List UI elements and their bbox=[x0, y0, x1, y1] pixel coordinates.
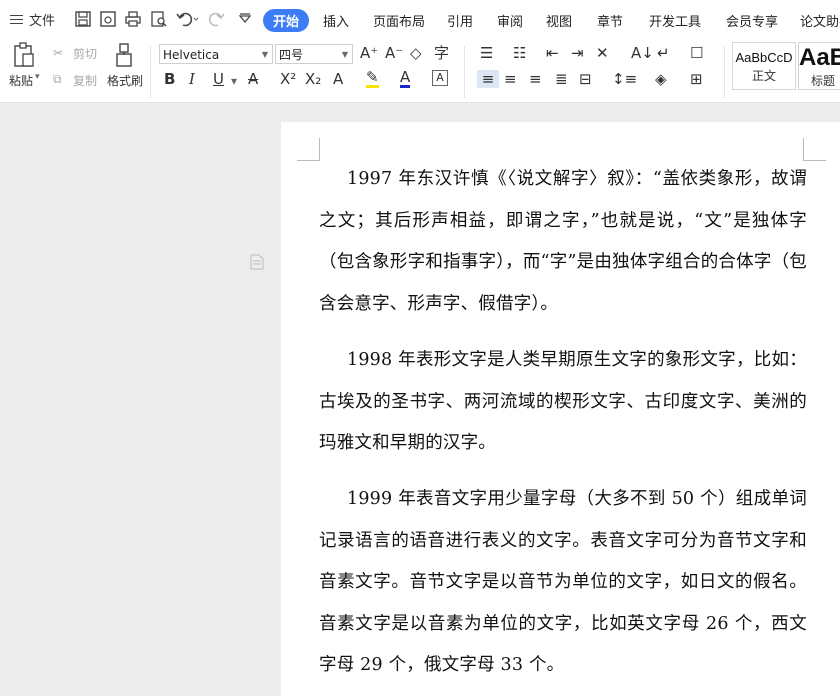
cut-icon[interactable]: ✂ bbox=[53, 44, 63, 62]
tab-insert[interactable]: 插入 bbox=[323, 11, 349, 30]
text-effect-icon[interactable]: A bbox=[333, 70, 343, 88]
subscript-icon[interactable]: X₂ bbox=[305, 70, 321, 88]
underline-dropdown-icon[interactable]: ▾ bbox=[231, 72, 237, 90]
style-normal[interactable]: AaBbCcD 正文 bbox=[732, 42, 796, 90]
increase-font-icon[interactable]: A⁺ bbox=[360, 44, 378, 62]
justify-icon[interactable]: ≣ bbox=[555, 70, 568, 88]
paste-button[interactable]: 粘贴 bbox=[9, 72, 33, 89]
redo-icon[interactable] bbox=[208, 10, 232, 28]
file-menu-label: 文件 bbox=[29, 14, 56, 29]
copy-icon[interactable]: ⧉ bbox=[53, 70, 62, 88]
print-preview-icon[interactable] bbox=[150, 10, 168, 28]
numbered-list-icon[interactable]: ☷ bbox=[513, 44, 526, 62]
align-center-icon[interactable]: ≡ bbox=[504, 70, 517, 88]
group-divider bbox=[464, 46, 465, 98]
decrease-font-icon[interactable]: A⁻ bbox=[385, 44, 403, 62]
tab-member[interactable]: 会员专享 bbox=[726, 11, 778, 30]
underline-button[interactable]: U bbox=[213, 70, 224, 88]
undo-icon[interactable] bbox=[175, 10, 199, 28]
more-icon[interactable] bbox=[236, 10, 254, 28]
margin-corner-mark bbox=[803, 138, 826, 161]
margin-corner-mark bbox=[297, 138, 320, 161]
italic-button[interactable]: I bbox=[189, 70, 195, 88]
document-outline-icon[interactable] bbox=[250, 254, 264, 270]
shading-icon[interactable]: ◈ bbox=[655, 70, 667, 88]
tab-chapter[interactable]: 章节 bbox=[597, 11, 623, 30]
tab-home[interactable]: 开始 bbox=[263, 9, 310, 32]
align-right-icon[interactable]: ≡ bbox=[529, 70, 542, 88]
borders-icon[interactable]: ⊞ bbox=[690, 70, 703, 88]
chevron-down-icon: ▼ bbox=[261, 50, 268, 59]
phonetic-guide-icon[interactable]: 字 bbox=[434, 44, 449, 62]
bullet-list-icon[interactable]: ☰ bbox=[480, 44, 493, 62]
tab-view[interactable]: 视图 bbox=[546, 11, 572, 30]
group-divider bbox=[150, 46, 151, 98]
distributed-align-icon[interactable]: ⊟ bbox=[579, 70, 592, 88]
font-size-select[interactable]: 四号 ▼ bbox=[275, 44, 353, 64]
strikethrough-icon[interactable]: A bbox=[248, 70, 258, 88]
save-as-icon[interactable] bbox=[99, 10, 117, 28]
paragraph-2[interactable]: 1998 年表形文字是人类早期原生文字的象形文字，比如：古埃及的圣书字、两河流域… bbox=[319, 340, 807, 465]
paste-icon[interactable] bbox=[12, 42, 36, 71]
ribbon-toolbar: 粘贴 ▾ ✂ 剪切 ⧉ 复制 格式刷 Helvetica ▼ 四号 ▼ A⁺ A… bbox=[0, 40, 840, 103]
copy-button[interactable]: 复制 bbox=[73, 72, 97, 89]
style-normal-label: 正文 bbox=[751, 69, 776, 83]
tab-review[interactable]: 审阅 bbox=[497, 11, 523, 30]
tab-references[interactable]: 引用 bbox=[447, 11, 473, 30]
style-normal-preview: AaBbCcD bbox=[735, 50, 793, 65]
chinese-layout-icon[interactable]: ✕ bbox=[596, 44, 609, 62]
clear-format-icon[interactable]: ◇ bbox=[410, 44, 422, 62]
font-name-select[interactable]: Helvetica ▼ bbox=[159, 44, 273, 64]
decrease-indent-icon[interactable]: ⇤ bbox=[546, 44, 559, 62]
tab-paper-assistant[interactable]: 论文助手 bbox=[800, 11, 840, 30]
char-border-icon[interactable]: A bbox=[432, 70, 448, 86]
line-spacing-icon[interactable]: ↕≡ bbox=[612, 70, 637, 88]
hamburger-icon bbox=[10, 12, 23, 27]
distributed-icon[interactable]: ☐ bbox=[690, 44, 703, 62]
paragraph-3[interactable]: 1999 年表音文字用少量字母（大多不到 50 个）组成单词记录语言的语音进行表… bbox=[319, 479, 807, 687]
style-heading[interactable]: AaB 标题 bbox=[798, 42, 840, 90]
show-marks-icon[interactable]: ↵ bbox=[657, 44, 670, 62]
style-heading-label: 标题 bbox=[811, 74, 836, 88]
font-color-icon[interactable]: A bbox=[400, 70, 411, 88]
format-painter-icon[interactable] bbox=[113, 42, 135, 72]
font-name-value: Helvetica bbox=[163, 48, 220, 62]
superscript-icon[interactable]: X² bbox=[280, 70, 296, 88]
align-left-icon[interactable]: ≡ bbox=[477, 70, 499, 88]
print-icon[interactable] bbox=[124, 10, 142, 28]
tab-developer[interactable]: 开发工具 bbox=[649, 11, 701, 30]
paste-dropdown-icon[interactable]: ▾ bbox=[35, 72, 40, 82]
chevron-down-icon: ▼ bbox=[341, 50, 348, 59]
group-divider bbox=[724, 46, 725, 98]
highlight-icon[interactable]: ✎ bbox=[366, 70, 379, 88]
file-menu-button[interactable]: 文件 bbox=[10, 10, 55, 29]
cut-button[interactable]: 剪切 bbox=[73, 45, 97, 62]
menu-bar: 文件 开始 插入 页面布局 引用 审阅 视图 章节 开发工具 会员专享 论文助手 bbox=[0, 0, 840, 40]
tab-page-layout[interactable]: 页面布局 bbox=[373, 11, 425, 30]
paragraph-1[interactable]: 1997 年东汉许慎《〈说文解字〉叙》：“盖依类象形，故谓之文；其后形声相益，即… bbox=[319, 159, 807, 325]
style-heading-preview: AaB bbox=[799, 44, 840, 71]
format-painter-button[interactable]: 格式刷 bbox=[107, 72, 143, 89]
font-size-value: 四号 bbox=[279, 48, 304, 62]
increase-indent-icon[interactable]: ⇥ bbox=[571, 44, 584, 62]
sort-icon[interactable]: A↓ bbox=[631, 44, 654, 62]
save-icon[interactable] bbox=[74, 10, 92, 28]
bold-button[interactable]: B bbox=[164, 70, 175, 88]
